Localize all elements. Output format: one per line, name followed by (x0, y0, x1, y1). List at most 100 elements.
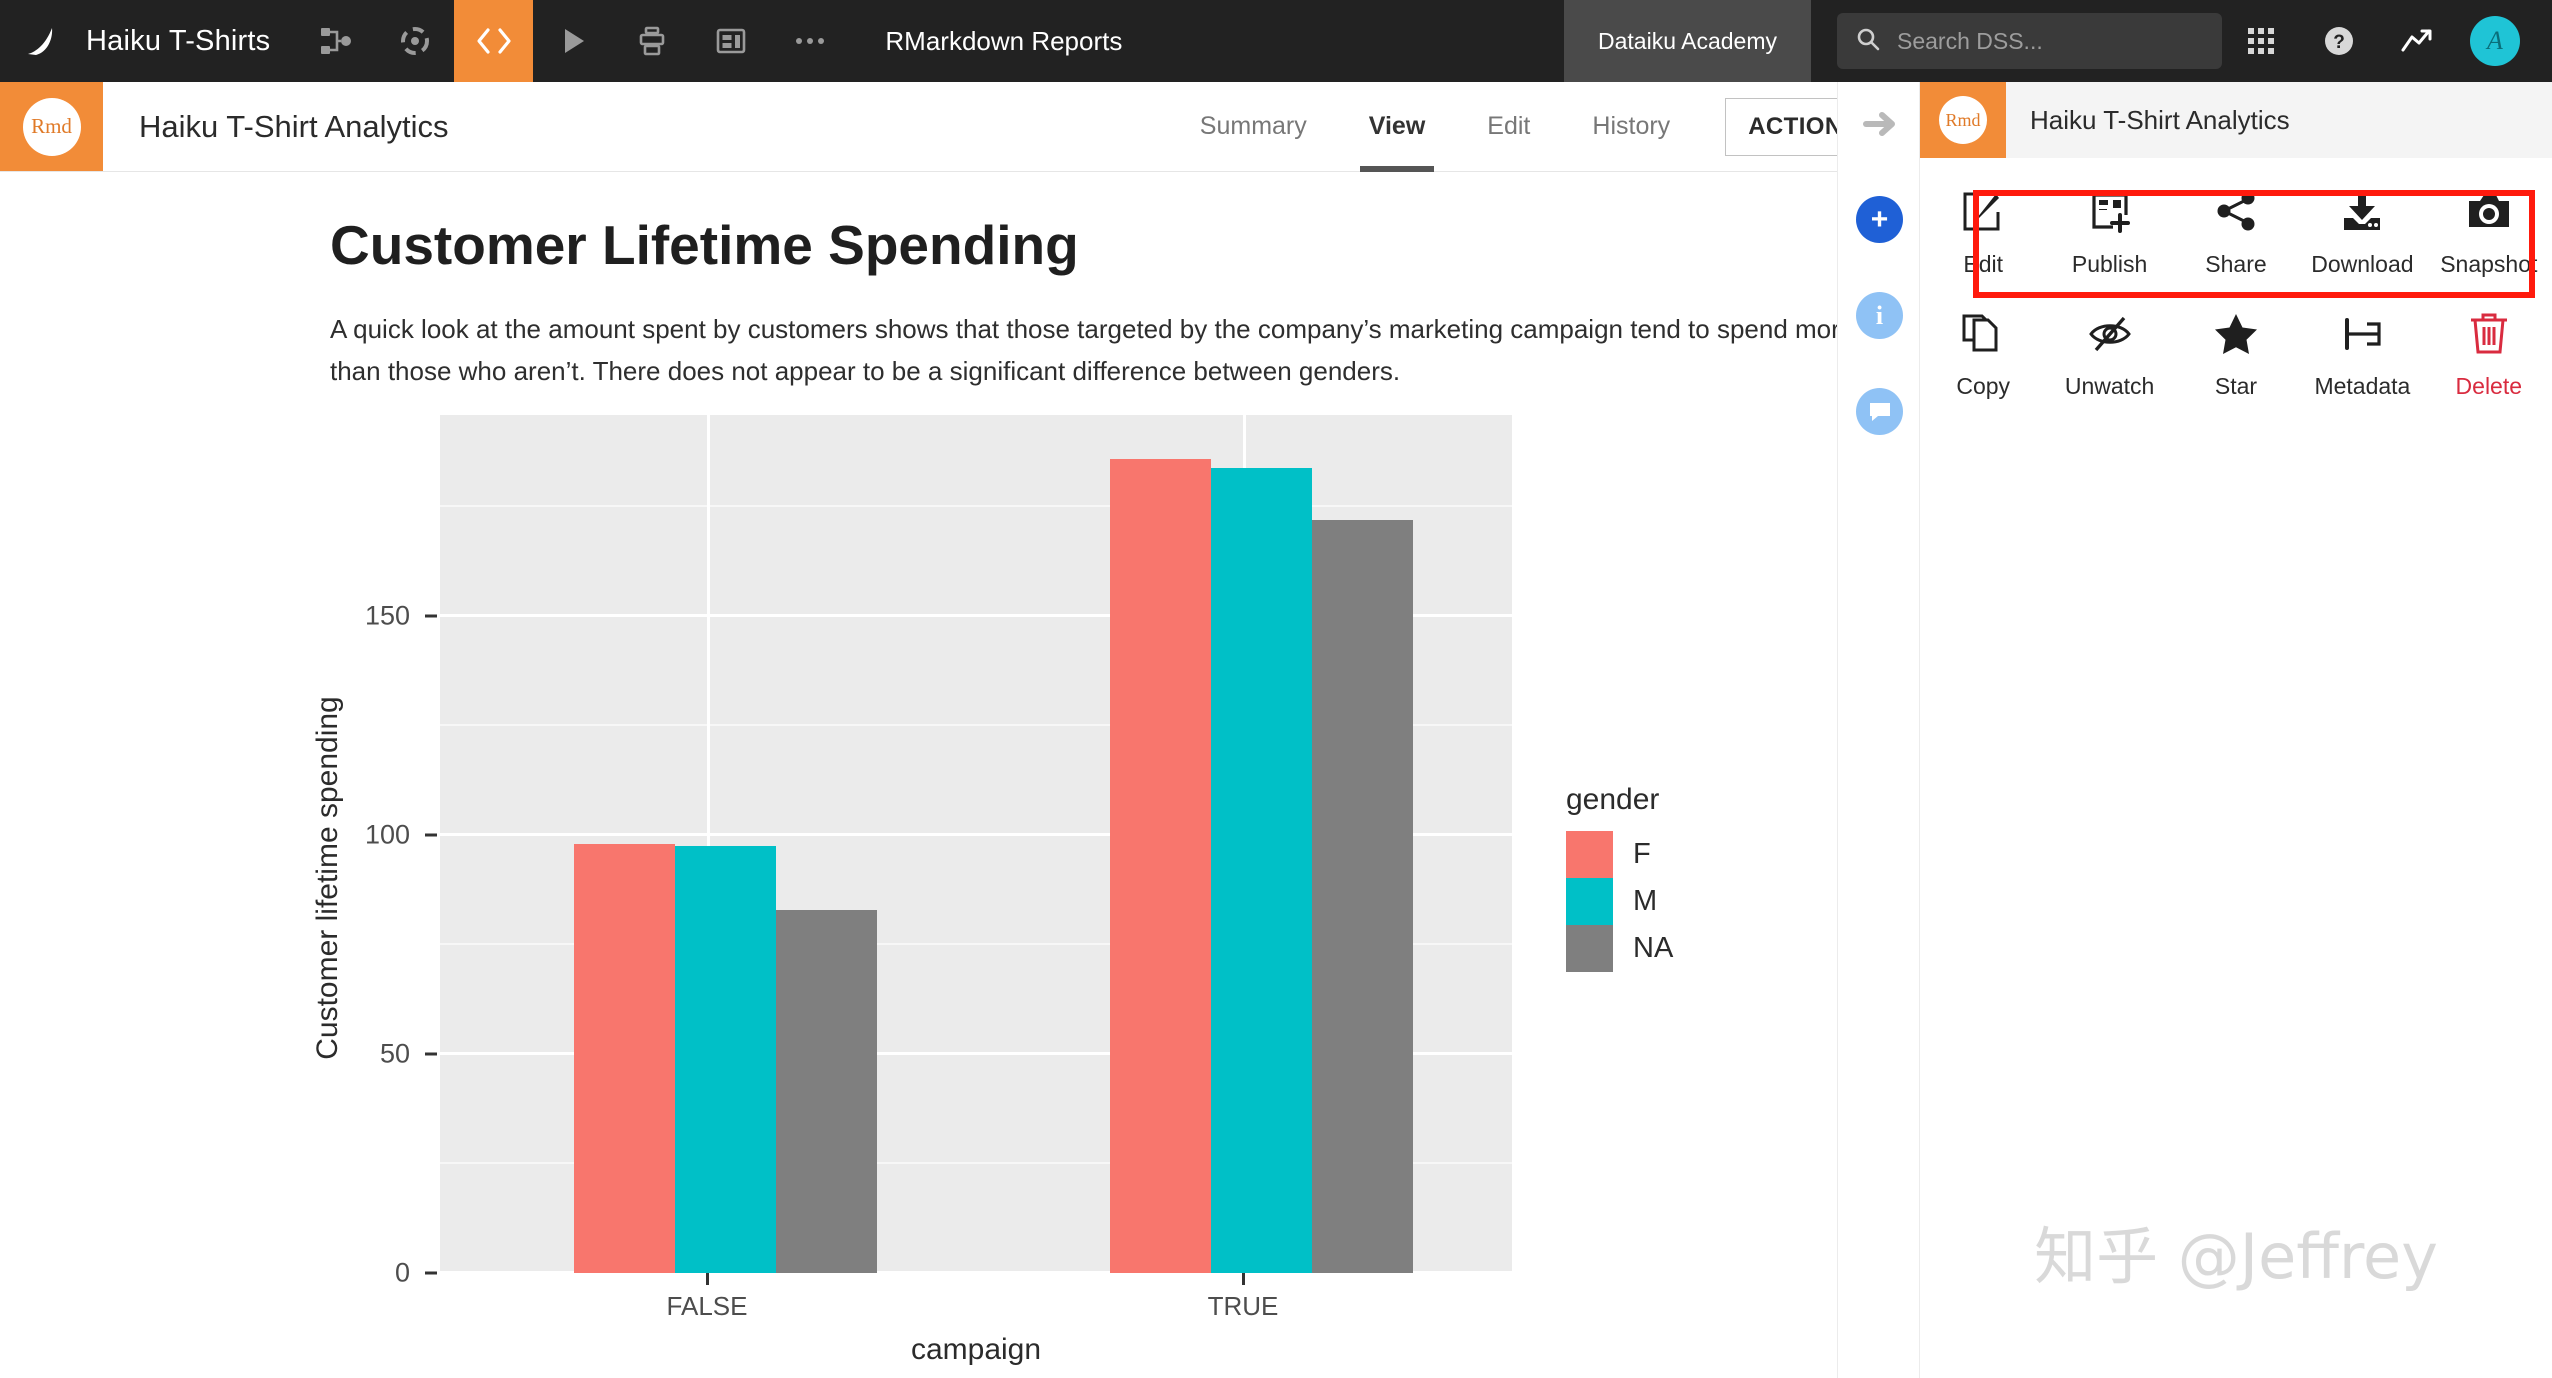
add-icon-glyph: + (1856, 196, 1903, 243)
activity-icon[interactable] (2378, 0, 2456, 82)
subbar-spacer (449, 82, 1169, 171)
bar-true-F (1110, 459, 1211, 1273)
y-tick-mark (425, 1052, 437, 1056)
plot-panel (440, 415, 1512, 1274)
help-icon[interactable]: ? (2300, 0, 2378, 82)
rmd-badge: Rmd (0, 82, 103, 171)
action-publish[interactable]: Publish (2046, 170, 2172, 288)
project-name[interactable]: Haiku T-Shirts (82, 0, 296, 82)
gridline-minor (440, 505, 1512, 507)
legend-item: NA (1566, 925, 1796, 972)
x-tick-label: FALSE (666, 1291, 748, 1321)
action-label: Delete (2455, 373, 2523, 399)
object-header-bar: Rmd Haiku T-Shirt Analytics Summary View… (0, 82, 1920, 172)
dataiku-logo-icon[interactable] (0, 0, 82, 82)
y-tick-mark (425, 614, 437, 618)
report-heading: Customer Lifetime Spending (330, 214, 1079, 276)
y-tick-label: 0 (394, 1257, 410, 1288)
tab-history[interactable]: History (1561, 82, 1701, 171)
edit-pencil-square-icon (1960, 188, 2006, 239)
action-unwatch[interactable]: Unwatch (2046, 292, 2172, 410)
legend-title: gender (1566, 783, 1660, 816)
legend-item: M (1566, 878, 1796, 925)
page-title: Haiku T-Shirt Analytics (139, 108, 449, 144)
report-paragraph: A quick look at the amount spent by cust… (330, 314, 1837, 386)
legend-label-F: F (1633, 838, 1651, 870)
action-label: Share (2205, 251, 2267, 277)
rmd-badge-label: Rmd (22, 97, 81, 156)
action-label: Unwatch (2064, 373, 2155, 399)
legend-swatch-M (1566, 878, 1613, 925)
legend-item: F (1566, 831, 1796, 878)
x-tick-mark (706, 1273, 709, 1285)
bar-false-NA (776, 910, 877, 1273)
panel-header: Rmd Haiku T-Shirt Analytics (1920, 82, 2552, 158)
flow-icon[interactable] (296, 0, 375, 82)
more-icon[interactable] (770, 0, 849, 82)
info-icon[interactable]: i (1838, 274, 1921, 357)
camera-snapshot-icon (2466, 188, 2512, 239)
y-tick-mark (425, 833, 437, 837)
bar-false-M (675, 846, 776, 1273)
action-snapshot[interactable]: Snapshot (2426, 170, 2552, 288)
dashboards-icon[interactable] (691, 0, 770, 82)
action-edit[interactable]: Edit (1920, 170, 2046, 288)
lab-icon[interactable] (375, 0, 454, 82)
action-copy[interactable]: Copy (1920, 292, 2046, 410)
legend-swatch-NA (1566, 925, 1613, 972)
action-label: Edit (1963, 251, 2004, 277)
action-label: Publish (2071, 251, 2148, 277)
copy-duplicate-icon (1960, 310, 2006, 361)
discussions-icon-glyph (1856, 388, 1903, 435)
eye-slash-unwatch-icon (2087, 310, 2133, 361)
add-icon[interactable]: + (1838, 178, 1921, 261)
code-icon[interactable] (454, 0, 534, 82)
chart-legend: gender F M NA (1566, 783, 1796, 972)
jobs-icon[interactable] (612, 0, 691, 82)
y-tick-label: 100 (364, 819, 410, 850)
tab-view[interactable]: View (1338, 82, 1457, 172)
y-tick-mark (425, 1271, 437, 1275)
right-rail: + i (1837, 82, 1920, 1378)
watermark: 知乎 @Jeffrey (2034, 1220, 2438, 1293)
action-star[interactable]: Star (2173, 292, 2299, 410)
search-box[interactable] (1837, 13, 2222, 69)
search-input[interactable] (1897, 27, 2204, 55)
discussions-icon[interactable] (1838, 370, 1921, 453)
academy-link[interactable]: Dataiku Academy (1564, 0, 1811, 82)
object-actions-panel: Rmd Haiku T-Shirt Analytics Edit Publish… (1920, 82, 2552, 1378)
action-label: Star (2214, 373, 2258, 399)
star-icon (2213, 310, 2259, 361)
action-delete[interactable]: Delete (2426, 292, 2552, 410)
bar-true-NA (1312, 520, 1413, 1273)
report-content: Customer Lifetime Spending A quick look … (0, 173, 1837, 1378)
navbar-right-icons: ? A (2222, 0, 2552, 82)
tab-summary[interactable]: Summary (1169, 82, 1338, 171)
collapse-panel-arrow-icon[interactable] (1838, 82, 1921, 165)
navbar-spacer (1152, 0, 1564, 82)
avatar[interactable]: A (2456, 0, 2534, 82)
actions-grid: Edit Publish Share Download Snapshot Cop… (1920, 170, 2552, 410)
publish-add-to-dashboard-icon (2087, 188, 2133, 239)
action-label: Metadata (2314, 373, 2411, 399)
y-tick-label: 150 (364, 600, 410, 631)
y-axis-label: Customer lifetime spending (311, 696, 344, 1060)
action-share[interactable]: Share (2173, 170, 2299, 288)
x-tick-label: TRUE (1207, 1291, 1279, 1321)
action-download[interactable]: Download (2299, 170, 2425, 288)
legend-label-NA: NA (1633, 932, 1674, 964)
x-axis-label: campaign (910, 1333, 1042, 1366)
bar-true-M (1211, 468, 1312, 1273)
apps-grid-icon[interactable] (2222, 0, 2300, 82)
tab-edit[interactable]: Edit (1456, 82, 1561, 171)
search-icon (1855, 26, 1881, 57)
action-metadata[interactable]: Metadata (2299, 292, 2425, 410)
share-nodes-icon (2213, 188, 2259, 239)
bar-chart: Customer lifetime spending 0 50 100 150 (311, 403, 1820, 1366)
panel-rmd-badge-label: Rmd (1939, 96, 1987, 144)
panel-rmd-badge: Rmd (1920, 82, 2006, 158)
automation-run-icon[interactable] (533, 0, 612, 82)
action-label: Download (2311, 251, 2414, 277)
avatar-initial: A (2470, 16, 2520, 66)
legend-swatch-F (1566, 831, 1613, 878)
